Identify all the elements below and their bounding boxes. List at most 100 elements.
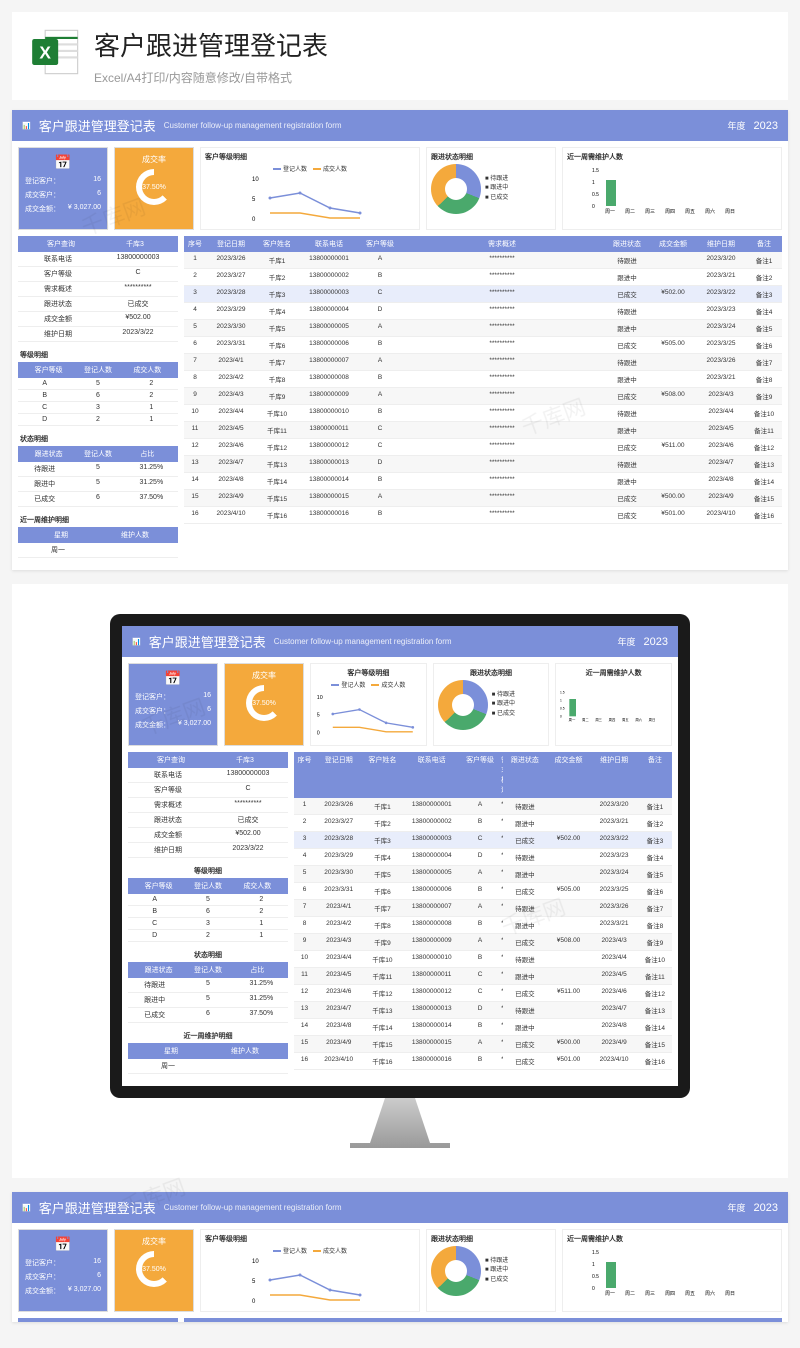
sheet-title-cn: 客户跟进管理登记表 bbox=[39, 1198, 156, 1217]
lookup-block: 客户查询千库3联系电话13800000003客户等级C需求概述*********… bbox=[18, 1318, 178, 1322]
table-row: 122023/4/6千库1213800000012C**********已成交¥… bbox=[294, 985, 672, 1002]
svg-text:1: 1 bbox=[592, 180, 595, 186]
calendar-icon: 📅 bbox=[25, 154, 101, 171]
table-row: 72023/4/1千库713800000007A**********待跟进202… bbox=[184, 354, 782, 371]
svg-text:周六: 周六 bbox=[705, 1290, 715, 1296]
sheet-preview: 📊 客户跟进管理登记表 Customer follow-up managemen… bbox=[12, 110, 788, 570]
table-row: 142023/4/8千库1413800000014B**********跟进中2… bbox=[184, 473, 782, 490]
table-row: 62023/3/31千库613800000006B**********已成交¥5… bbox=[184, 337, 782, 354]
sheet-title-en: Customer follow-up management registrati… bbox=[274, 637, 452, 646]
calendar-icon: 📅 bbox=[135, 670, 211, 687]
svg-text:0: 0 bbox=[560, 715, 562, 719]
table-row: 102023/4/4千库1013800000010B**********待跟进2… bbox=[294, 951, 672, 968]
line-chart: 客户等级明细 登记人数成交人数 1050 bbox=[310, 663, 427, 746]
table-row: 72023/4/1千库713800000007A**********待跟进202… bbox=[294, 900, 672, 917]
lookup-block: 客户查询千库3联系电话13800000003客户等级C需求概述*********… bbox=[18, 236, 178, 342]
svg-text:10: 10 bbox=[252, 1259, 259, 1265]
main-table: 序号登记日期客户姓名联系电话客户等级需求概述跟进状态成交金额维护日期备注1202… bbox=[294, 752, 672, 1080]
svg-text:周日: 周日 bbox=[725, 209, 735, 214]
svg-text:1: 1 bbox=[560, 699, 562, 703]
level-block: 等级明细客户等级登记人数成交人数A52B62C31D21 bbox=[18, 348, 178, 426]
rate-box: 成交率 37.50% bbox=[224, 663, 304, 746]
table-row: 22023/3/27千库213800000002B**********跟进中20… bbox=[294, 815, 672, 832]
table-row: 22023/3/27千库213800000002B**********跟进中20… bbox=[184, 269, 782, 286]
svg-text:0: 0 bbox=[252, 217, 256, 223]
svg-text:0.5: 0.5 bbox=[592, 1274, 599, 1280]
sheet-header: 📊 客户跟进管理登记表 Customer follow-up managemen… bbox=[122, 626, 678, 657]
table-row: 152023/4/9千库1513800000015A**********已成交¥… bbox=[294, 1036, 672, 1053]
table-row: 112023/4/5千库1113800000011C**********跟进中2… bbox=[294, 968, 672, 985]
line-chart: 客户等级明细 登记人数成交人数 1050 bbox=[200, 147, 420, 230]
sheet-title-en: Customer follow-up management registrati… bbox=[164, 121, 342, 130]
table-row: 132023/4/7千库1313800000013D**********待跟进2… bbox=[184, 456, 782, 473]
rate-box: 成交率 37.50% bbox=[114, 147, 194, 230]
sheet-header: 📊 客户跟进管理登记表 Customer follow-up managemen… bbox=[12, 1192, 788, 1223]
table-row: 12023/3/26千库113800000001A**********待跟进20… bbox=[184, 252, 782, 269]
svg-text:0: 0 bbox=[592, 204, 595, 210]
main-table: 序号登记日期客户姓名联系电话客户等级需求概述跟进状态成交金额维护日期备注1202… bbox=[184, 236, 782, 564]
chart-icon: 📊 bbox=[22, 1204, 31, 1212]
svg-text:10: 10 bbox=[252, 177, 259, 183]
svg-text:周六: 周六 bbox=[705, 208, 715, 214]
svg-text:5: 5 bbox=[317, 713, 320, 719]
svg-text:周三: 周三 bbox=[596, 717, 603, 722]
svg-text:周四: 周四 bbox=[665, 209, 675, 214]
page-title: 客户跟进管理登记表 bbox=[94, 26, 328, 63]
sheet-title-en: Customer follow-up management registrati… bbox=[164, 1203, 342, 1212]
svg-text:周日: 周日 bbox=[649, 717, 656, 722]
svg-text:周日: 周日 bbox=[725, 1291, 735, 1296]
hero-banner: X 客户跟进管理登记表 Excel/A4打印/内容随意修改/自带格式 bbox=[12, 12, 788, 100]
svg-text:周一: 周一 bbox=[605, 1291, 615, 1296]
level-block: 等级明细客户等级登记人数成交人数A52B62C31D21 bbox=[128, 864, 288, 942]
table-row: 152023/4/9千库1513800000015A**********已成交¥… bbox=[184, 490, 782, 507]
calendar-icon: 📅 bbox=[25, 1236, 101, 1253]
svg-text:周四: 周四 bbox=[609, 717, 616, 722]
excel-icon: X bbox=[30, 26, 82, 78]
bar-chart: 近一周需维护人数 1.510.50周一周二周三周四周五周六周日 bbox=[555, 663, 672, 746]
svg-text:5: 5 bbox=[252, 197, 256, 203]
svg-text:1.5: 1.5 bbox=[560, 691, 565, 695]
status-block: 状态明细跟进状态登记人数占比待跟进531.25%跟进中531.25%已成交637… bbox=[128, 948, 288, 1023]
svg-text:周五: 周五 bbox=[622, 717, 629, 722]
svg-text:周四: 周四 bbox=[665, 1291, 675, 1296]
donut-chart: 跟进状态明细 ■ 待跟进■ 跟进中■ 已成交 bbox=[426, 147, 556, 230]
table-row: 12023/3/26千库113800000001A**********待跟进20… bbox=[294, 798, 672, 815]
donut-chart: 跟进状态明细 ■ 待跟进■ 跟进中■ 已成交 bbox=[433, 663, 550, 746]
svg-text:周三: 周三 bbox=[645, 1291, 655, 1296]
sheet-strip: 📊 客户跟进管理登记表 Customer follow-up managemen… bbox=[12, 1192, 788, 1322]
table-row: 52023/3/30千库513800000005A**********跟进中20… bbox=[294, 866, 672, 883]
table-row: 92023/4/3千库913800000009A**********已成交¥50… bbox=[184, 388, 782, 405]
stats-box: 📅 登记客户：16 成交客户：6 成交金额：¥ 3,027.00 bbox=[18, 147, 108, 230]
table-row: 32023/3/28千库313800000003C**********已成交¥5… bbox=[294, 832, 672, 849]
chart-icon: 📊 bbox=[22, 122, 31, 130]
table-row: 92023/4/3千库913800000009A**********已成交¥50… bbox=[294, 934, 672, 951]
table-row: 122023/4/6千库1213800000012C**********已成交¥… bbox=[184, 439, 782, 456]
svg-text:0: 0 bbox=[317, 730, 320, 736]
svg-text:周一: 周一 bbox=[569, 717, 576, 722]
table-row: 42023/3/29千库413800000004D**********待跟进20… bbox=[184, 303, 782, 320]
table-row: 82023/4/2千库813800000008B**********跟进中202… bbox=[294, 917, 672, 934]
svg-text:周六: 周六 bbox=[636, 717, 643, 722]
svg-text:5: 5 bbox=[252, 1279, 256, 1285]
table-row: 82023/4/2千库813800000008B**********跟进中202… bbox=[184, 371, 782, 388]
svg-text:1: 1 bbox=[592, 1262, 595, 1268]
bar-chart: 近一周需维护人数 1.510.50周一周二周三周四周五周六周日 bbox=[562, 147, 782, 230]
table-row: 32023/3/28千库313800000003C**********已成交¥5… bbox=[184, 286, 782, 303]
stats-box: 📅 登记客户：16 成交客户：6 成交金额：¥ 3,027.00 bbox=[128, 663, 218, 746]
sheet-header: 📊 客户跟进管理登记表 Customer follow-up managemen… bbox=[12, 110, 788, 141]
table-row: 162023/4/10千库1613800000016B**********已成交… bbox=[184, 507, 782, 524]
chart-icon: 📊 bbox=[132, 638, 141, 646]
svg-text:0.5: 0.5 bbox=[592, 192, 599, 198]
table-row: 52023/3/30千库513800000005A**********跟进中20… bbox=[184, 320, 782, 337]
table-row: 42023/3/29千库413800000004D**********待跟进20… bbox=[294, 849, 672, 866]
week-block: 近一周维护明细星期维护人数周一 bbox=[18, 513, 178, 558]
table-row: 142023/4/8千库1413800000014B**********跟进中2… bbox=[294, 1019, 672, 1036]
main-table: 序号登记日期客户姓名联系电话客户等级需求概述跟进状态成交金额维护日期备注1202… bbox=[184, 1318, 782, 1322]
sheet-title-cn: 客户跟进管理登记表 bbox=[39, 116, 156, 135]
svg-text:10: 10 bbox=[317, 695, 323, 701]
svg-text:周二: 周二 bbox=[625, 1291, 635, 1296]
week-block: 近一周维护明细星期维护人数周一 bbox=[128, 1029, 288, 1074]
table-row: 132023/4/7千库1313800000013D**********待跟进2… bbox=[294, 1002, 672, 1019]
monitor-mockup: 📊 客户跟进管理登记表 Customer follow-up managemen… bbox=[12, 584, 788, 1178]
page-subtitle: Excel/A4打印/内容随意修改/自带格式 bbox=[94, 69, 328, 86]
